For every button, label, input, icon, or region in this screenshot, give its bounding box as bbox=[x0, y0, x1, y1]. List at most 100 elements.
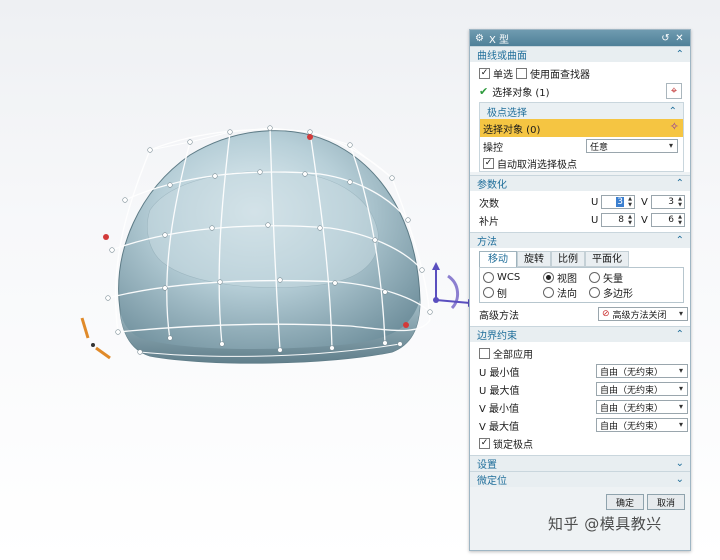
pole-point[interactable] bbox=[267, 125, 273, 131]
pole-point[interactable] bbox=[217, 279, 223, 285]
selected-pole[interactable] bbox=[403, 322, 409, 328]
pole-point[interactable] bbox=[329, 345, 335, 351]
pole-point[interactable] bbox=[122, 197, 128, 203]
section-title: 曲线或曲面 bbox=[477, 51, 527, 62]
pole-point[interactable] bbox=[209, 225, 215, 231]
pole-point[interactable] bbox=[137, 349, 143, 355]
pole-point[interactable] bbox=[277, 347, 283, 353]
section-title: 设置 bbox=[477, 460, 497, 471]
pole-point[interactable] bbox=[147, 147, 153, 153]
single-select-checkbox[interactable]: ✓ bbox=[479, 67, 490, 79]
pole-point[interactable] bbox=[162, 232, 168, 238]
collapse-chevron-icon[interactable]: ⌃ bbox=[676, 178, 684, 189]
lock-poles-checkbox[interactable]: ✓ bbox=[479, 437, 490, 449]
boundary-value: 自由（无约束） bbox=[600, 403, 664, 414]
boundary-dropdown[interactable]: 自由（无约束） ▾ bbox=[596, 382, 688, 396]
auto-deselect-checkbox[interactable]: ✓ bbox=[483, 157, 494, 169]
ok-button[interactable]: 确定 bbox=[606, 494, 644, 510]
crosshair-select-icon[interactable]: ⌖ bbox=[666, 83, 682, 99]
pole-point[interactable] bbox=[227, 129, 233, 135]
degree-v-input[interactable]: 3 ▲ ▼ bbox=[651, 195, 685, 209]
boundary-dropdown[interactable]: 自由（无约束） ▾ bbox=[596, 364, 688, 378]
pole-point[interactable] bbox=[302, 171, 308, 177]
tab-move[interactable]: 移动 bbox=[479, 251, 517, 267]
pole-point[interactable] bbox=[257, 169, 263, 175]
selected-pole[interactable] bbox=[103, 234, 109, 240]
pole-point[interactable] bbox=[389, 175, 395, 181]
section-fine-positioning[interactable]: 微定位 ⌄ bbox=[470, 471, 690, 487]
radio-view[interactable] bbox=[543, 272, 554, 283]
section-settings[interactable]: 设置 ⌄ bbox=[470, 455, 690, 471]
radio-normal[interactable] bbox=[543, 287, 554, 298]
dome-recess bbox=[147, 170, 379, 288]
auto-deselect-label: 自动取消选择极点 bbox=[497, 159, 577, 171]
boundary-value: 自由（无约束） bbox=[600, 421, 664, 432]
pole-point[interactable] bbox=[167, 182, 173, 188]
section-pole-select[interactable]: 极点选择 ⌃ bbox=[480, 103, 683, 119]
tab-scale[interactable]: 比例 bbox=[551, 251, 585, 267]
section-title: 方法 bbox=[477, 237, 497, 248]
radio-wcs-label: WCS bbox=[497, 272, 521, 283]
face-finder-checkbox[interactable] bbox=[516, 67, 527, 79]
boundary-dropdown[interactable]: 自由（无约束） ▾ bbox=[596, 400, 688, 414]
degree-u-input[interactable]: 3 ▲ ▼ bbox=[601, 195, 635, 209]
section-boundary[interactable]: 边界约束 ⌃ bbox=[470, 326, 690, 342]
pole-point[interactable] bbox=[277, 277, 283, 283]
settings-gear-icon[interactable]: ⚙ bbox=[475, 33, 484, 44]
pole-point[interactable] bbox=[109, 247, 115, 253]
pole-point[interactable] bbox=[405, 217, 411, 223]
pole-point[interactable] bbox=[332, 280, 338, 286]
expand-chevron-icon[interactable]: ⌄ bbox=[676, 458, 684, 469]
pole-select-icon[interactable]: ✧ bbox=[670, 120, 679, 133]
patch-v-input[interactable]: 6 ▲ ▼ bbox=[651, 213, 685, 227]
dialog-titlebar: ⚙ X 型 ↺ ✕ bbox=[470, 30, 690, 46]
cancel-button[interactable]: 取消 bbox=[647, 494, 685, 510]
close-icon[interactable]: ✕ bbox=[674, 33, 685, 44]
pole-point[interactable] bbox=[382, 340, 388, 346]
pole-point[interactable] bbox=[372, 237, 378, 243]
section-curve-surface[interactable]: 曲线或曲面 ⌃ bbox=[470, 46, 690, 62]
advanced-method-dropdown[interactable]: ⊘ 高级方法关闭 ▾ bbox=[598, 307, 688, 321]
radio-plane[interactable] bbox=[483, 287, 494, 298]
reset-icon[interactable]: ↺ bbox=[660, 33, 671, 44]
radio-vector[interactable] bbox=[589, 272, 600, 283]
radio-polygon-label: 多边形 bbox=[603, 289, 633, 300]
boundary-dropdown[interactable]: 自由（无约束） ▾ bbox=[596, 418, 688, 432]
pole-point[interactable] bbox=[265, 222, 271, 228]
boundary-row: V 最大值 自由（无约束） ▾ bbox=[479, 416, 688, 434]
pole-point[interactable] bbox=[347, 179, 353, 185]
selected-pole[interactable] bbox=[307, 134, 313, 140]
tab-rotate[interactable]: 旋转 bbox=[517, 251, 551, 267]
pole-point[interactable] bbox=[167, 335, 173, 341]
tab-planarize[interactable]: 平面化 bbox=[585, 251, 629, 267]
pole-point[interactable] bbox=[187, 139, 193, 145]
collapse-chevron-icon[interactable]: ⌃ bbox=[676, 235, 684, 246]
pole-point[interactable] bbox=[382, 289, 388, 295]
collapse-chevron-icon[interactable]: ⌃ bbox=[669, 106, 677, 117]
radio-polygon[interactable] bbox=[589, 287, 600, 298]
section-parameterization[interactable]: 参数化 ⌃ bbox=[470, 175, 690, 191]
pole-point[interactable] bbox=[219, 341, 225, 347]
patch-u-input[interactable]: 8 ▲ ▼ bbox=[601, 213, 635, 227]
pole-point[interactable] bbox=[347, 142, 353, 148]
wcs-triad-icon bbox=[80, 317, 111, 360]
pole-point[interactable] bbox=[105, 295, 111, 301]
manip-dropdown[interactable]: 任意 ▾ bbox=[586, 139, 678, 153]
expand-chevron-icon[interactable]: ⌄ bbox=[676, 474, 684, 485]
collapse-chevron-icon[interactable]: ⌃ bbox=[676, 49, 684, 60]
pole-point[interactable] bbox=[317, 225, 323, 231]
degree-u-label: U bbox=[591, 196, 599, 208]
pole-point[interactable] bbox=[162, 285, 168, 291]
pole-select-field[interactable]: 选择对象 (0) ✧ bbox=[480, 119, 683, 137]
pole-point[interactable] bbox=[212, 173, 218, 179]
apply-all-checkbox[interactable] bbox=[479, 347, 490, 359]
pole-point[interactable] bbox=[397, 341, 403, 347]
pole-point[interactable] bbox=[115, 329, 121, 335]
pole-point[interactable] bbox=[427, 309, 433, 315]
pole-point[interactable] bbox=[419, 267, 425, 273]
collapse-chevron-icon[interactable]: ⌃ bbox=[676, 329, 684, 340]
degree-v-value: 3 bbox=[668, 197, 674, 207]
radio-wcs[interactable] bbox=[483, 272, 494, 283]
pole-point[interactable] bbox=[307, 129, 313, 135]
section-method[interactable]: 方法 ⌃ bbox=[470, 232, 690, 248]
